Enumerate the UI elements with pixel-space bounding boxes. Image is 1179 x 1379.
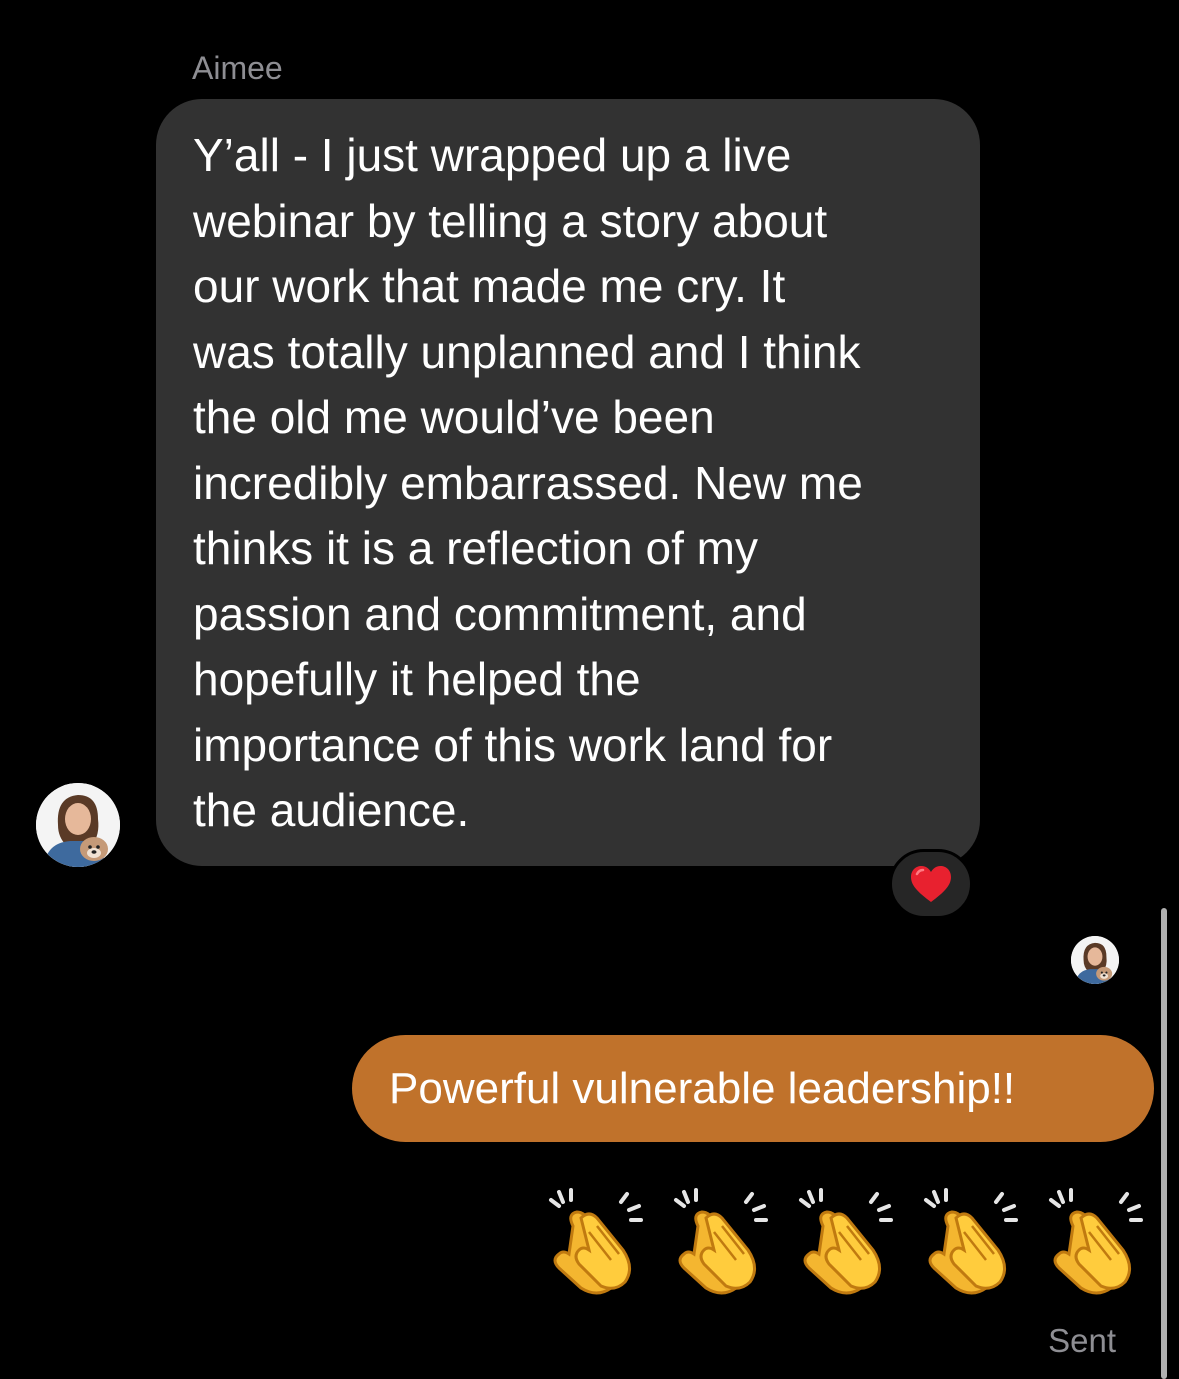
avatar-photo <box>36 783 120 867</box>
sender-avatar[interactable] <box>36 783 120 867</box>
clapping-hands-icon <box>670 1188 770 1298</box>
clapping-hands-icon <box>920 1188 1020 1298</box>
sender-name: Aimee <box>192 50 283 86</box>
clapping-hands-icon <box>795 1188 895 1298</box>
outgoing-message-text: Powerful vulnerable leadership!! <box>389 1063 1016 1113</box>
read-receipt-avatar <box>1071 936 1119 984</box>
clapping-hands-icon <box>1045 1188 1145 1298</box>
emoji-message[interactable] <box>545 1188 1145 1300</box>
reaction-badge[interactable] <box>889 849 973 919</box>
outgoing-message-bubble[interactable]: Powerful vulnerable leadership!! <box>352 1035 1154 1142</box>
clapping-hands-icon <box>545 1188 645 1298</box>
incoming-message-bubble[interactable]: Y’all - I just wrapped up a live webinar… <box>156 99 980 866</box>
scrollbar[interactable] <box>1161 908 1167 1379</box>
incoming-message-text: Y’all - I just wrapped up a live webinar… <box>193 129 863 836</box>
avatar-photo <box>1071 936 1119 984</box>
heart-icon <box>909 864 953 904</box>
chat-screen: Aimee Y’all - I just wrapped up a live w… <box>0 0 1179 1379</box>
message-status: Sent <box>1048 1322 1116 1359</box>
